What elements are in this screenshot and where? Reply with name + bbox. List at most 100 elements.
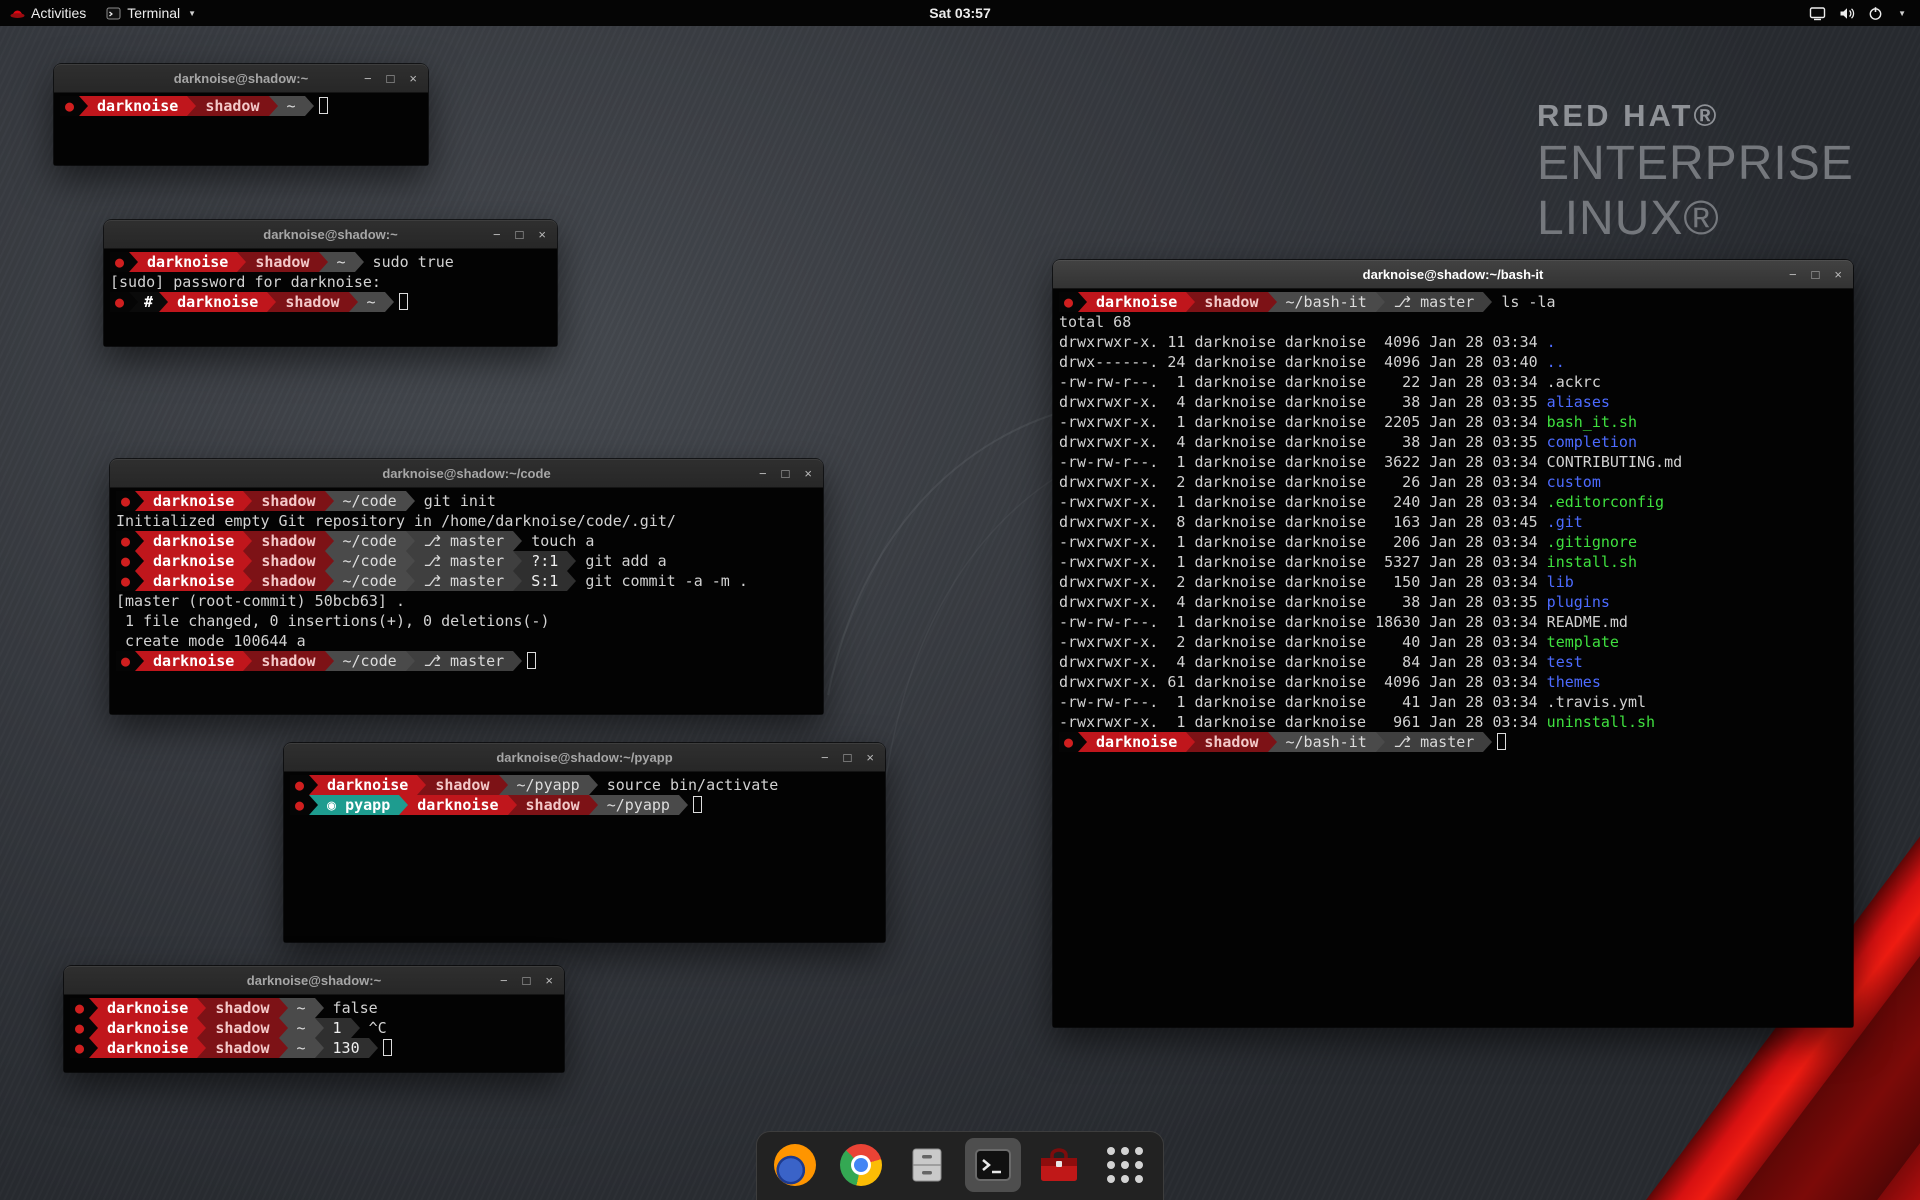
powerline-arrow [325, 491, 334, 511]
prompt-segment-mark: ● [1059, 732, 1078, 752]
prompt-segment-host: shadow [426, 775, 498, 795]
maximize-button[interactable]: □ [1812, 268, 1820, 281]
titlebar[interactable]: darknoise@shadow:~ − □ × [54, 64, 428, 93]
dock-item-files[interactable] [899, 1138, 955, 1192]
terminal-text: drwx------. 24 darknoise darknoise 4096 … [1059, 352, 1547, 372]
titlebar[interactable]: darknoise@shadow:~/pyapp − □ × [284, 743, 885, 772]
dock-item-terminal[interactable] [965, 1138, 1021, 1192]
terminal-output[interactable]: ●darknoiseshadow~/pyapp source bin/activ… [284, 772, 885, 942]
powerline-arrow [197, 1038, 206, 1058]
activities-button[interactable]: Activities [0, 0, 96, 26]
rhel-logo-enterprise: ENTERPRISE [1537, 136, 1854, 191]
terminal-text: -rwxrwxr-x. 1 darknoise darknoise 206 Ja… [1059, 532, 1547, 552]
terminal-window-exit-codes[interactable]: darknoise@shadow:~ − □ × ●darknoiseshado… [64, 966, 564, 1072]
terminal-window-sudo[interactable]: darknoise@shadow:~ − □ × ●darknoiseshado… [104, 220, 557, 346]
powerline-arrow [129, 292, 138, 312]
minimize-button[interactable]: − [493, 228, 501, 241]
minimize-button[interactable]: − [500, 974, 508, 987]
command-text: ls -la [1492, 292, 1555, 312]
close-button[interactable]: × [866, 751, 874, 764]
terminal-line: drwxrwxr-x. 8 darknoise darknoise 163 Ja… [1059, 512, 1853, 532]
close-button[interactable]: × [1834, 268, 1842, 281]
powerline-arrow [1078, 732, 1087, 752]
prompt-segment-host: shadow [206, 998, 278, 1018]
prompt-segment-mark: ● [116, 531, 135, 551]
dock [756, 1131, 1164, 1200]
powerline-arrow [406, 491, 415, 511]
minimize-button[interactable]: − [759, 467, 767, 480]
powerline-arrow [187, 96, 196, 116]
terminal-line: ●darknoiseshadow~/code⎇ master [116, 651, 823, 671]
maximize-button[interactable]: □ [782, 467, 790, 480]
app-menu-terminal[interactable]: Terminal ▼ [96, 0, 206, 26]
prompt-segment-host: shadow [252, 651, 324, 671]
terminal-text: -rw-rw-r--. 1 darknoise darknoise 22 Jan… [1059, 372, 1547, 392]
clock[interactable]: Sat 03:57 [929, 5, 990, 21]
file-name: README.md [1547, 612, 1628, 632]
prompt-segment-path: ~ [288, 998, 315, 1018]
minimize-button[interactable]: − [1789, 268, 1797, 281]
terminal-line: -rw-rw-r--. 1 darknoise darknoise 3622 J… [1059, 452, 1853, 472]
command-text: source bin/activate [598, 775, 779, 795]
powerline-arrow [385, 292, 394, 312]
terminal-window-pyapp[interactable]: darknoise@shadow:~/pyapp − □ × ●darknois… [284, 743, 885, 942]
file-name: lib [1547, 572, 1574, 592]
close-button[interactable]: × [804, 467, 812, 480]
prompt-segment-path: ~/code [334, 571, 406, 591]
prompt-segment-path: ~ [358, 292, 385, 312]
command-text: git init [415, 491, 496, 511]
dock-item-firefox[interactable] [767, 1138, 823, 1192]
file-name: .git [1547, 512, 1583, 532]
minimize-button[interactable]: − [364, 72, 372, 85]
dock-item-chrome[interactable] [833, 1138, 889, 1192]
command-text: git commit -a -m . [576, 571, 748, 591]
titlebar[interactable]: darknoise@shadow:~/code − □ × [110, 459, 823, 488]
maximize-button[interactable]: □ [844, 751, 852, 764]
terminal-line: drwxrwxr-x. 11 darknoise darknoise 4096 … [1059, 332, 1853, 352]
terminal-window-code[interactable]: darknoise@shadow:~/code − □ × ●darknoise… [110, 459, 823, 714]
prompt-segment-mark: ● [60, 96, 79, 116]
system-status-area[interactable]: ▼ [1809, 0, 1920, 26]
powerline-arrow [406, 571, 415, 591]
powerline-arrow [135, 571, 144, 591]
powerline-arrow [589, 795, 598, 815]
terminal-icon [973, 1145, 1013, 1185]
terminal-output[interactable]: ●darknoiseshadow~/bash-it⎇ master ls -la… [1053, 289, 1853, 1027]
terminal-line: -rwxrwxr-x. 2 darknoise darknoise 40 Jan… [1059, 632, 1853, 652]
terminal-line: [master (root-commit) 50bcb63] . [116, 591, 823, 611]
terminal-text: total 68 [1059, 312, 1131, 332]
terminal-cursor [399, 293, 408, 310]
terminal-line: ●◉ pyappdarknoiseshadow~/pyapp [290, 795, 885, 815]
minimize-button[interactable]: − [821, 751, 829, 764]
app-grid-dot [1107, 1161, 1115, 1169]
close-button[interactable]: × [538, 228, 546, 241]
dock-item-app-grid[interactable] [1097, 1138, 1153, 1192]
close-button[interactable]: × [545, 974, 553, 987]
powerline-arrow [243, 571, 252, 591]
powerline-arrow [406, 651, 415, 671]
dock-item-toolbox[interactable] [1031, 1138, 1087, 1192]
terminal-line: -rwxrwxr-x. 1 darknoise darknoise 240 Ja… [1059, 492, 1853, 512]
file-name: .ackrc [1547, 372, 1601, 392]
terminal-output[interactable]: ●darknoiseshadow~ sudo true[sudo] passwo… [104, 249, 557, 346]
titlebar[interactable]: darknoise@shadow:~ − □ × [104, 220, 557, 249]
powerline-arrow [1186, 292, 1195, 312]
powerline-arrow [499, 775, 508, 795]
terminal-line: ●#darknoiseshadow~ [110, 292, 557, 312]
maximize-button[interactable]: □ [523, 974, 531, 987]
powerline-arrow [89, 998, 98, 1018]
terminal-window-bash-it[interactable]: darknoise@shadow:~/bash-it − □ × ●darkno… [1053, 260, 1853, 1027]
titlebar[interactable]: darknoise@shadow:~/bash-it − □ × [1053, 260, 1853, 289]
maximize-button[interactable]: □ [387, 72, 395, 85]
terminal-output[interactable]: ●darknoiseshadow~ [54, 93, 428, 165]
terminal-output[interactable]: ●darknoiseshadow~/code git initInitializ… [110, 488, 823, 714]
terminal-output[interactable]: ●darknoiseshadow~ false●darknoiseshadow~… [64, 995, 564, 1072]
powerline-arrow [1376, 292, 1385, 312]
maximize-button[interactable]: □ [516, 228, 524, 241]
terminal-line: ●darknoiseshadow~130 [70, 1038, 564, 1058]
terminal-text: -rwxrwxr-x. 2 darknoise darknoise 40 Jan… [1059, 632, 1547, 652]
terminal-line: ●darknoiseshadow~ sudo true [110, 252, 557, 272]
titlebar[interactable]: darknoise@shadow:~ − □ × [64, 966, 564, 995]
close-button[interactable]: × [409, 72, 417, 85]
terminal-window-home-small[interactable]: darknoise@shadow:~ − □ × ●darknoiseshado… [54, 64, 428, 165]
